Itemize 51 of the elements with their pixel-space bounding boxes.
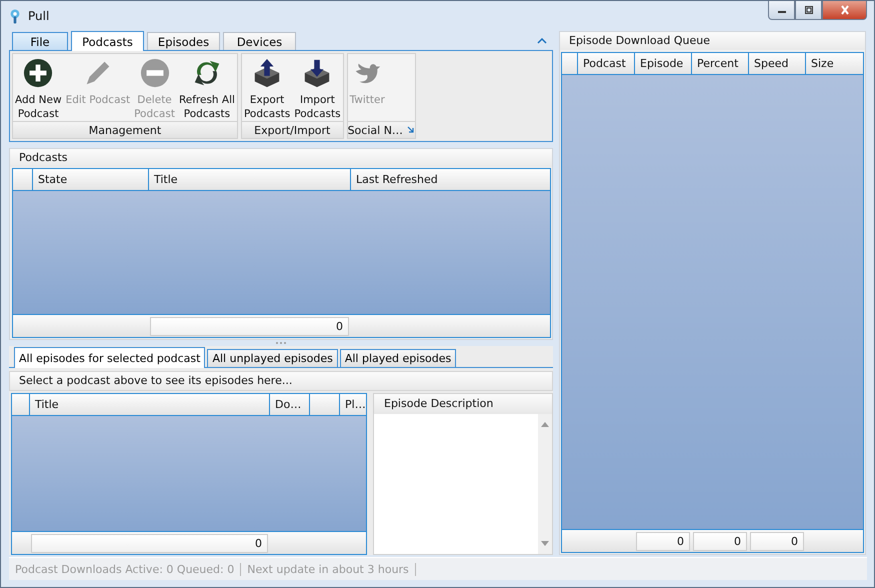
minus-icon	[140, 58, 170, 88]
window-title: Pull	[28, 9, 50, 23]
summary-cell: 0	[693, 532, 747, 550]
column-header[interactable]: Episode	[635, 53, 692, 74]
ribbon-tab[interactable]: Podcasts	[71, 31, 144, 51]
panel-header: Podcasts	[10, 149, 552, 167]
column-header[interactable]: Speed	[749, 53, 806, 74]
column-header[interactable]: Title	[30, 394, 270, 415]
column-header[interactable]: Last Refreshed	[351, 169, 550, 190]
ribbon-tab[interactable]: Episodes	[147, 32, 220, 50]
status-text: Next update in about 3 hours	[241, 562, 416, 576]
summary-cell: 0	[750, 532, 804, 550]
dialog-launcher-icon[interactable]	[406, 126, 415, 134]
ribbon-tab[interactable]: Devices	[223, 32, 296, 50]
app-logo-icon	[8, 8, 22, 24]
status-text: Podcast Downloads Active: 0 Queued: 0	[9, 562, 242, 576]
minimize-button[interactable]	[768, 1, 795, 20]
ribbon-button[interactable]: Import Podcasts	[292, 58, 343, 121]
summary-cell: 0	[636, 532, 690, 550]
episodes-tab[interactable]: All unplayed episodes	[207, 349, 338, 367]
summary-cell: 0	[150, 316, 349, 336]
close-button[interactable]	[822, 1, 867, 20]
ribbon-tab[interactable]: File	[12, 32, 68, 50]
column-header[interactable]: State	[33, 169, 149, 190]
summary-cell: 0	[31, 534, 268, 552]
column-header[interactable]: Percent	[692, 53, 749, 74]
ribbon-button[interactable]: Export Podcasts	[242, 58, 292, 121]
panel-header: Episode Description	[374, 394, 552, 414]
group-label: Management	[88, 124, 162, 136]
scroll-up-icon[interactable]	[541, 422, 549, 427]
close-icon	[838, 5, 850, 15]
episodes-tab[interactable]: All played episodes	[340, 349, 456, 367]
panel-header: Episode Download Queue	[560, 32, 865, 50]
column-header[interactable]: Pl…	[340, 394, 366, 415]
maximize-button[interactable]	[795, 1, 822, 20]
column-header[interactable]	[310, 394, 340, 415]
column-header[interactable]: Size	[806, 53, 863, 74]
column-header[interactable]: Do…	[270, 394, 310, 415]
column-header[interactable]: Title	[149, 169, 351, 190]
group-label: Social N…	[348, 124, 403, 136]
episodes-tab[interactable]: All episodes for selected podcast	[14, 347, 206, 368]
ribbon-button[interactable]: Refresh All Podcasts	[176, 58, 237, 121]
group-label: Export/Import	[254, 124, 330, 136]
panel-header: Select a podcast above to see its episodes here...	[9, 371, 553, 391]
plus-icon	[23, 58, 54, 88]
ribbon-button[interactable]: Add New Podcast	[13, 58, 64, 121]
scroll-down-icon[interactable]	[541, 541, 549, 546]
scrollbar[interactable]	[538, 414, 552, 554]
collapse-ribbon-icon[interactable]	[537, 38, 547, 44]
column-header[interactable]: Podcast	[578, 53, 635, 74]
maximize-icon	[802, 5, 814, 15]
